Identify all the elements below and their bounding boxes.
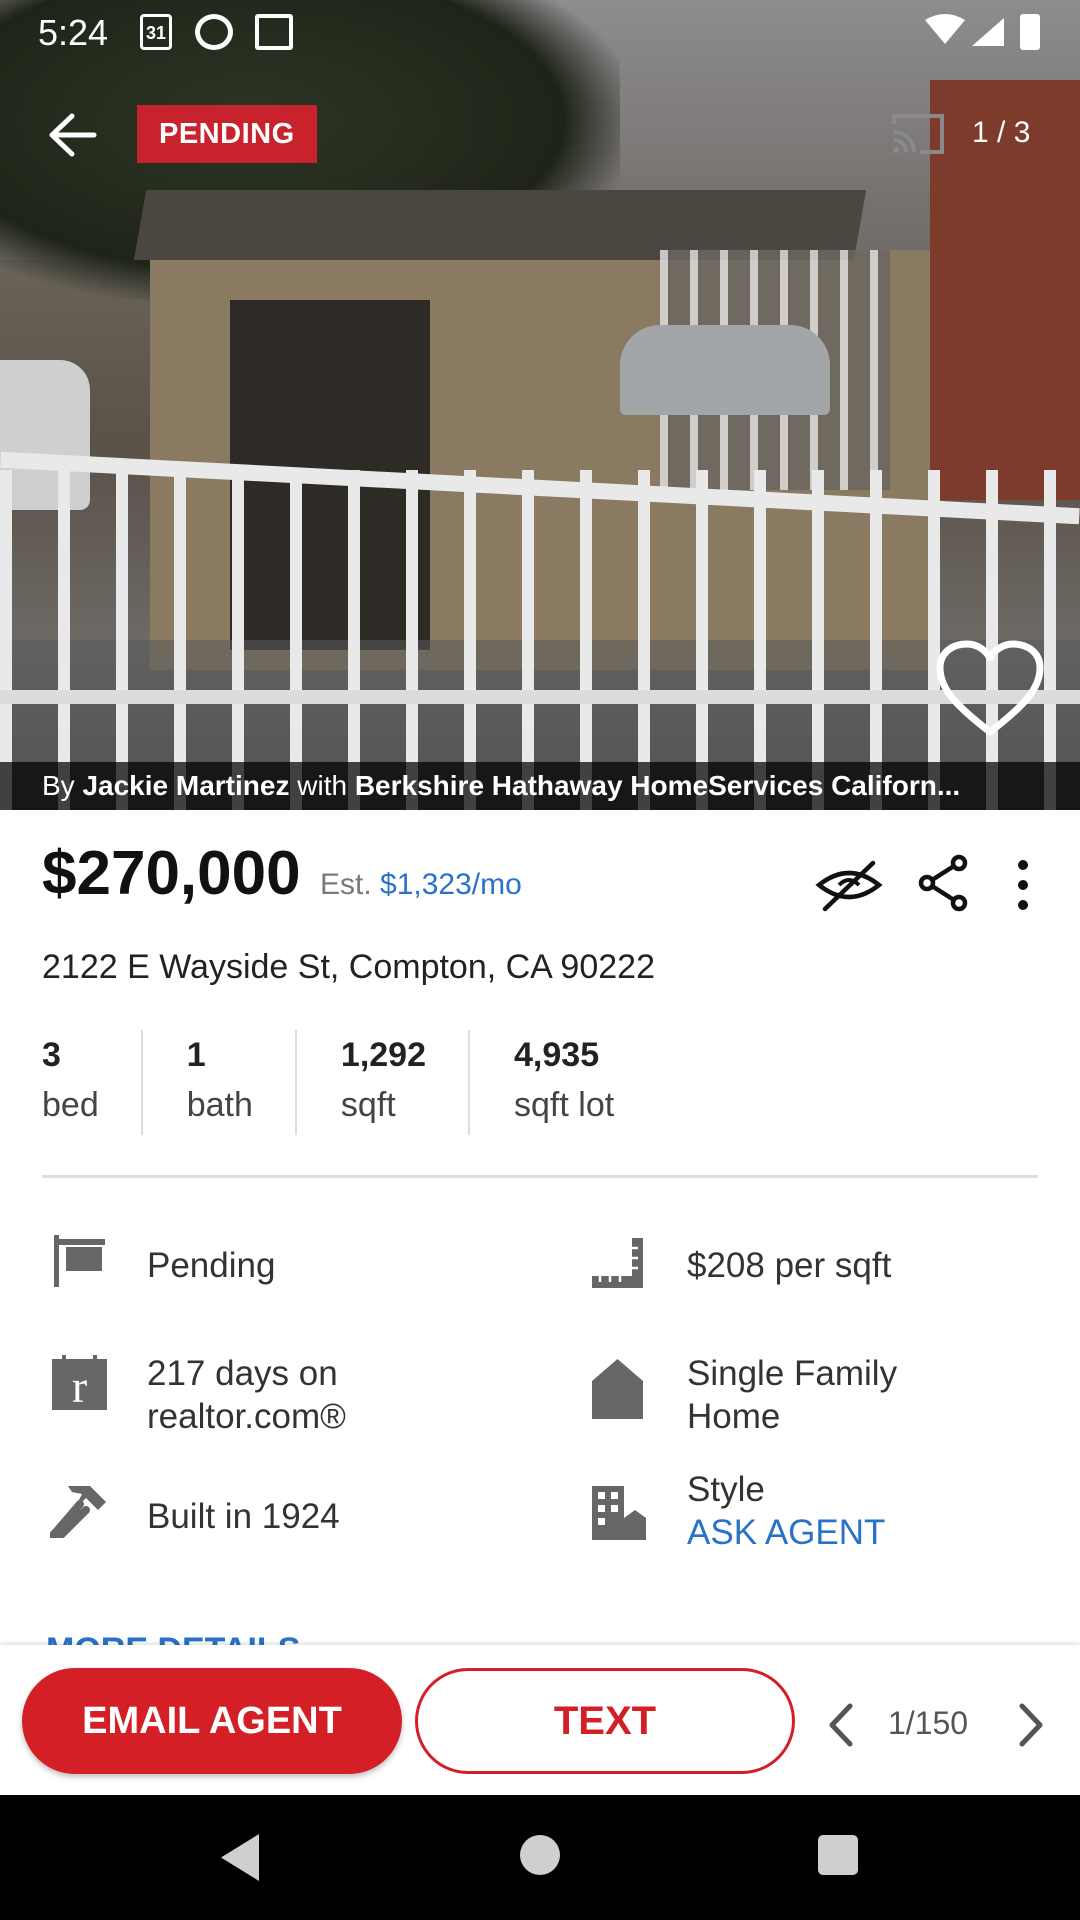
credit-brokerage: Berkshire Hathaway HomeServices Californ… xyxy=(354,770,961,801)
status-bar: 5:24 31 xyxy=(0,0,1080,63)
days-line-1: 217 days on xyxy=(147,1354,338,1393)
listing-price: $270,000 xyxy=(42,839,301,908)
ask-agent-link[interactable]: ASK AGENT xyxy=(687,1511,885,1554)
hammer-icon xyxy=(50,1486,106,1538)
hide-icon[interactable] xyxy=(815,855,883,915)
est-label: Est. xyxy=(320,868,372,901)
more-vert-icon[interactable] xyxy=(1005,855,1041,915)
realtor-r-icon: r xyxy=(52,1355,107,1410)
photo-fence-rail-lower xyxy=(0,690,1080,704)
section-divider xyxy=(42,1175,1038,1178)
stat-baths: 1 bath xyxy=(187,1030,297,1135)
stat-label: bed xyxy=(42,1086,99,1124)
stat-value: 3 xyxy=(42,1036,61,1074)
detail-status: Pending xyxy=(147,1246,276,1285)
gmail-icon xyxy=(255,14,293,50)
type-line-1: Single Family xyxy=(687,1354,898,1393)
status-badge: PENDING xyxy=(137,105,317,163)
credit-with: with xyxy=(297,770,348,801)
listing-pager: 1/150 xyxy=(888,1705,969,1741)
photo-counter: 1 / 3 xyxy=(972,116,1031,149)
property-stats: 3 bed 1 bath 1,292 sqft 4,935 sqft lot xyxy=(42,1030,700,1135)
detail-property-type: Single Family Home xyxy=(687,1352,897,1438)
listing-credit: By Jackie Martinez with Berkshire Hathaw… xyxy=(0,762,1080,810)
house-icon xyxy=(592,1359,643,1419)
ruler-icon xyxy=(592,1238,643,1288)
style-label: Style xyxy=(687,1470,765,1509)
sign-icon xyxy=(54,1235,105,1287)
status-time: 5:24 xyxy=(38,12,109,53)
nav-home-icon[interactable] xyxy=(520,1835,560,1875)
detail-days-on-market: 217 days on realtor.com® xyxy=(147,1352,346,1438)
days-line-2: realtor.com® xyxy=(147,1397,346,1436)
nav-back-icon[interactable] xyxy=(215,1830,265,1885)
estimated-payment[interactable]: Est. $1,323/mo xyxy=(320,868,522,902)
listing-address: 2122 E Wayside St, Compton, CA 90222 xyxy=(42,948,655,986)
svg-text:r: r xyxy=(72,1361,87,1410)
detail-price-per-sqft: $208 per sqft xyxy=(687,1246,892,1285)
signal-icon xyxy=(972,18,1004,46)
stat-value: 4,935 xyxy=(514,1036,600,1074)
heart-icon[interactable] xyxy=(935,640,1045,740)
sync-app-icon xyxy=(195,14,233,50)
type-line-2: Home xyxy=(687,1397,781,1436)
photo-fence xyxy=(0,470,1080,810)
photo-mailbox xyxy=(620,325,830,415)
stat-value: 1 xyxy=(186,1036,206,1074)
credit-agent: Jackie Martinez xyxy=(82,770,290,801)
calendar-icon: 31 xyxy=(140,14,172,50)
stat-sqft: 1,292 sqft xyxy=(340,1030,471,1135)
contact-action-bar: EMAIL AGENT TEXT 1/150 xyxy=(0,1645,1080,1795)
stat-beds: 3 bed xyxy=(42,1030,143,1135)
text-agent-button[interactable]: TEXT xyxy=(415,1668,795,1774)
stat-lot: 4,935 sqft lot xyxy=(514,1030,656,1135)
detail-style: Style ASK AGENT xyxy=(687,1468,885,1554)
chevron-right-icon[interactable] xyxy=(1012,1700,1052,1750)
more-details-link[interactable]: MORE DETAILS xyxy=(46,1628,300,1646)
stat-label: bath xyxy=(186,1086,253,1124)
back-arrow-icon[interactable] xyxy=(42,110,102,160)
battery-icon xyxy=(1020,14,1040,50)
system-nav-bar xyxy=(0,1795,1080,1920)
detail-year-built: Built in 1924 xyxy=(147,1497,340,1536)
chevron-left-icon[interactable] xyxy=(820,1700,860,1750)
cast-icon[interactable] xyxy=(888,110,948,158)
credit-by: By xyxy=(42,770,75,801)
est-monthly[interactable]: $1,323/mo xyxy=(380,868,522,901)
share-icon[interactable] xyxy=(915,853,971,913)
stat-label: sqft xyxy=(340,1086,396,1124)
stat-label: sqft lot xyxy=(514,1086,615,1124)
stat-value: 1,292 xyxy=(340,1036,427,1074)
nav-recents-icon[interactable] xyxy=(818,1835,858,1875)
building-icon xyxy=(592,1486,646,1540)
wifi-icon xyxy=(925,14,965,44)
email-agent-button[interactable]: EMAIL AGENT xyxy=(22,1668,402,1774)
